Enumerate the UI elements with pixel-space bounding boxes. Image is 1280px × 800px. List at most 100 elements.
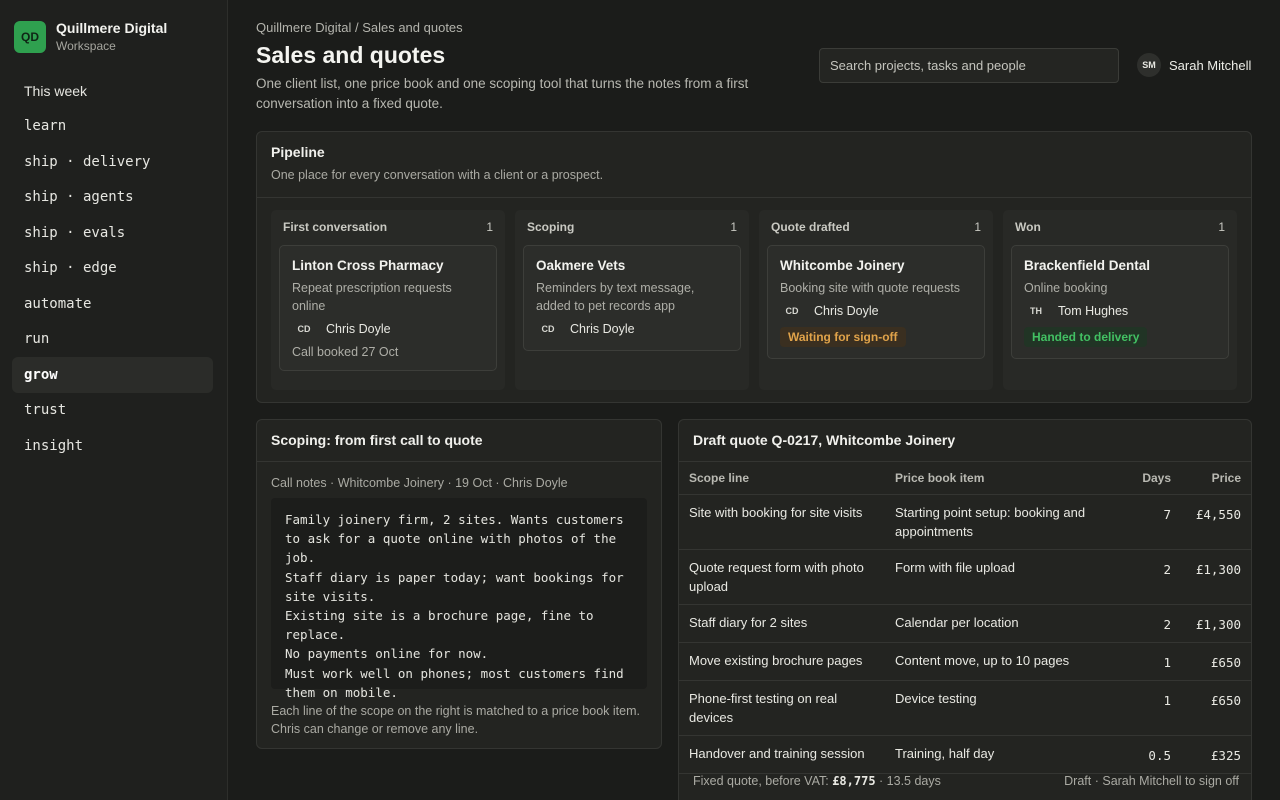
quote-footer: Fixed quote, before VAT: £8,775 · 13.5 d… [693,774,1239,788]
pipeline-description: One place for every conversation with a … [271,168,604,182]
scope-line: Staff diary for 2 sites [679,604,885,643]
column-header-scope: Scope line [679,462,885,495]
sidebar: QD Quillmere Digital Workspace This week… [0,0,228,800]
quote-total: £8,775 [832,774,876,788]
sidebar-item-ship-edge[interactable]: ship · edge [12,251,213,287]
sidebar-item-run[interactable]: run [12,322,213,358]
price-value: £1,300 [1181,549,1251,605]
owner-name: Chris Doyle [814,304,879,318]
pipeline-panel: Pipeline One place for every conversatio… [256,131,1252,403]
sidebar-nav: This week learn ship · delivery ship · agen… [12,73,213,464]
scoping-panel: Scoping: from first call to quote Call n… [256,419,662,749]
deal-card[interactable]: Brackenfield Dental Online booking TH To… [1011,245,1229,359]
days-value: 0.5 [1131,735,1181,774]
price-book-item: Starting point setup: booking and appoin… [885,494,1131,550]
column-count: 1 [974,220,981,234]
column-header-item: Price book item [885,462,1131,495]
table-row[interactable]: Site with booking for site visits Starti… [679,494,1251,550]
page-title: Sales and quotes [256,42,446,68]
price-book-item: Training, half day [885,735,1131,774]
deal-description: Online booking [1024,281,1108,295]
pipeline-title: Pipeline [271,144,325,160]
quote-panel: Draft quote Q-0217, Whitcombe Joinery Sc… [678,419,1252,800]
call-notes[interactable]: Family joinery firm, 2 sites. Wants cust… [271,498,647,700]
deal-card[interactable]: Linton Cross Pharmacy Repeat prescriptio… [279,245,497,371]
breadcrumb[interactable]: Quillmere Digital / Sales and quotes [256,20,463,35]
scope-line: Quote request form with photo upload [679,549,885,605]
column-name: First conversation [283,220,388,234]
price-book-item: Device testing [885,680,1131,736]
table-row[interactable]: Quote request form with photo upload For… [679,549,1251,605]
scope-line: Phone-first testing on real devices [679,680,885,736]
pipeline-column: First conversation 1 Linton Cross Pharma… [271,210,505,390]
sidebar-item-trust[interactable]: trust [12,393,213,429]
sidebar-item-this-week[interactable]: This week [12,73,213,109]
deal-owner: CD Chris Doyle [292,319,484,339]
scope-line: Site with booking for site visits [679,494,885,550]
price-value: £4,550 [1181,494,1251,550]
call-notes-meta: Call notes · Whitcombe Joinery · 19 Oct … [271,476,568,490]
workspace-label: Workspace [56,39,116,53]
workspace-switcher[interactable]: QD Quillmere Digital Workspace [14,20,167,54]
column-header-days: Days [1131,462,1181,495]
deal-card[interactable]: Whitcombe Joinery Booking site with quot… [767,245,985,359]
owner-name: Chris Doyle [326,322,391,336]
sidebar-item-automate[interactable]: automate [12,286,213,322]
column-header: First conversation 1 [279,220,497,234]
sidebar-item-ship-delivery[interactable]: ship · delivery [12,144,213,180]
column-header: Scoping 1 [523,220,741,234]
deal-description: Reminders by text message, added to pet … [536,281,695,313]
page-subtitle: One client list, one price book and one … [256,76,749,111]
quote-title: Draft quote Q-0217, Whitcombe Joinery [693,432,956,448]
days-value: 2 [1131,549,1181,605]
deal-note: Call booked 27 Oct [292,345,399,359]
table-row[interactable]: Move existing brochure pages Content mov… [679,642,1251,681]
status-badge: Handed to delivery [1024,327,1148,347]
scoping-footnote: Each line of the scope on the right is m… [271,704,640,736]
column-header: Quote drafted 1 [767,220,985,234]
days-value: 7 [1131,494,1181,550]
quote-total-days: · 13.5 days [875,774,941,788]
column-name: Scoping [527,220,575,234]
user-menu[interactable]: SM Sarah Mitchell [1137,53,1251,77]
pipeline-column: Quote drafted 1 Whitcombe Joinery Bookin… [759,210,993,390]
avatar: SM [1137,53,1161,77]
workspace-name: Quillmere Digital [56,20,168,36]
table-row[interactable]: Staff diary for 2 sites Calendar per loc… [679,604,1251,643]
price-value: £325 [1181,735,1251,774]
price-value: £650 [1181,680,1251,736]
sidebar-item-ship-evals[interactable]: ship · evals [12,215,213,251]
owner-initials: TH [1030,306,1042,316]
quote-table-header: Scope line Price book item Days Price [679,462,1251,495]
sidebar-item-insight[interactable]: insight [12,428,213,464]
scoping-title: Scoping: from first call to quote [271,432,483,448]
deal-owner: CD Chris Doyle [780,301,972,321]
owner-name: Chris Doyle [570,322,635,336]
price-value: £1,300 [1181,604,1251,643]
sidebar-item-learn[interactable]: learn [12,109,213,145]
column-count: 1 [1218,220,1225,234]
scope-line: Handover and training session [679,735,885,774]
column-header: Won 1 [1011,220,1229,234]
days-value: 1 [1131,680,1181,736]
deal-card[interactable]: Oakmere Vets Reminders by text message, … [523,245,741,351]
price-book-item: Form with file upload [885,549,1131,605]
price-book-item: Content move, up to 10 pages [885,642,1131,681]
owner-name: Tom Hughes [1058,304,1129,318]
days-value: 1 [1131,642,1181,681]
pipeline-column: Scoping 1 Oakmere Vets Reminders by text… [515,210,749,390]
search-input[interactable] [819,48,1119,83]
price-value: £650 [1181,642,1251,681]
table-row[interactable]: Handover and training session Training, … [679,735,1251,774]
column-count: 1 [486,220,493,234]
owner-initials: CD [297,324,311,334]
deal-title: Brackenfield Dental [1024,258,1151,273]
deal-title: Whitcombe Joinery [780,258,905,273]
table-row[interactable]: Phone-first testing on real devices Devi… [679,680,1251,736]
quote-status: Draft · Sarah Mitchell to sign off [1064,774,1239,788]
sidebar-item-grow[interactable]: grow [12,357,213,393]
days-value: 2 [1131,604,1181,643]
quote-total-line: Fixed quote, before VAT: £8,775 · 13.5 d… [693,774,941,788]
status-badge: Waiting for sign-off [780,327,906,347]
sidebar-item-ship-agents[interactable]: ship · agents [12,180,213,216]
